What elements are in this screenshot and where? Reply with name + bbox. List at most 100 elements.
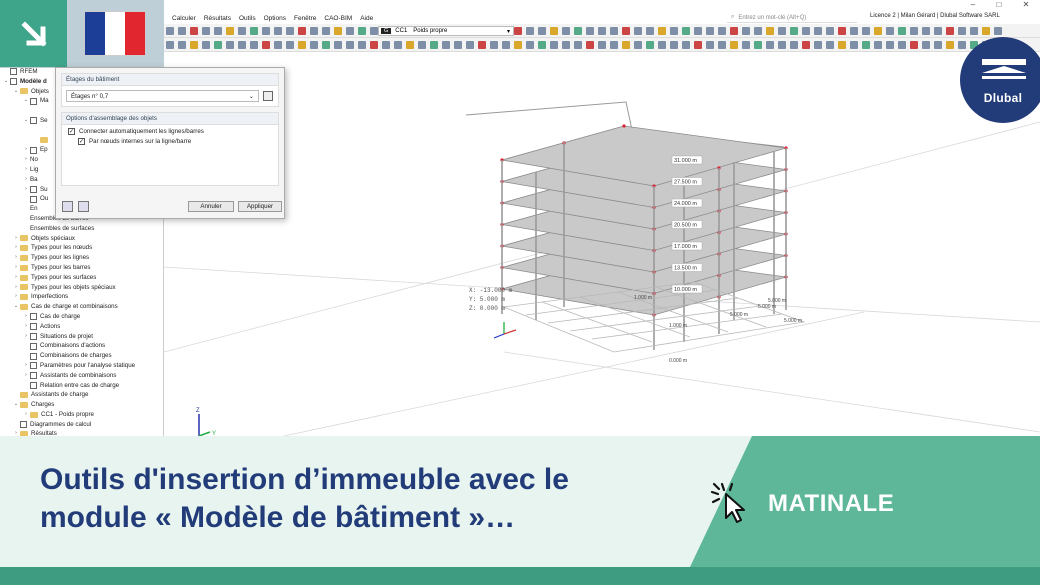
toolbar-tool-icon[interactable] — [514, 27, 522, 35]
toolbar-tool-icon[interactable] — [598, 41, 606, 49]
tree-item[interactable]: › Types pour les lignes — [0, 253, 163, 263]
toolbar-tool-icon[interactable] — [778, 27, 786, 35]
search-field[interactable]: ⌕ Entrez un mot-clé (Alt+Q) — [727, 13, 857, 23]
tree-item[interactable]: › Types pour les objets spéciaux — [0, 283, 163, 293]
toolbar-tool-icon[interactable] — [946, 27, 954, 35]
chevron-right-icon[interactable]: › — [12, 253, 20, 263]
tree-item[interactable]: › Cas de charge — [0, 312, 163, 322]
toolbar-tool-icon[interactable] — [670, 41, 678, 49]
toolbar-tool-icon[interactable] — [634, 41, 642, 49]
toolbar-tool-icon[interactable] — [694, 27, 702, 35]
toolbar-tool-icon[interactable] — [718, 27, 726, 35]
toolbar-tool-icon[interactable] — [886, 27, 894, 35]
toolbar-tool-icon[interactable] — [346, 27, 354, 35]
chevron-right-icon[interactable]: › — [22, 371, 30, 381]
toolbar-tool-icon[interactable] — [766, 41, 774, 49]
toolbar-tool-icon[interactable] — [418, 41, 426, 49]
toolbar-tool-icon[interactable] — [370, 27, 378, 35]
toolbar-tool-icon[interactable] — [334, 27, 342, 35]
toolbar-tool-icon[interactable] — [202, 41, 210, 49]
floor-slabs[interactable] — [500, 124, 788, 317]
chevron-right-icon[interactable]: › — [12, 263, 20, 273]
auto-connect-option[interactable]: ✓ Connecter automatiquement les lignes/b… — [62, 125, 278, 138]
chevron-right-icon[interactable]: › — [12, 273, 20, 283]
chevron-right-icon[interactable]: › — [22, 165, 30, 175]
toolbar-tool-icon[interactable] — [706, 27, 714, 35]
toolbar-tool-icon[interactable] — [334, 41, 342, 49]
toolbar-tool-icon[interactable] — [886, 41, 894, 49]
tree-item[interactable]: Assistants de charge — [0, 390, 163, 400]
toolbar-tool-icon[interactable] — [874, 41, 882, 49]
toolbar-tool-icon[interactable] — [742, 41, 750, 49]
tree-item[interactable]: Combinaisons d'actions — [0, 341, 163, 351]
toolbar-tool-icon[interactable] — [874, 27, 882, 35]
toolbar-tool-icon[interactable] — [322, 27, 330, 35]
toolbar-tool-icon[interactable] — [238, 41, 246, 49]
toolbar-tool-icon[interactable] — [826, 27, 834, 35]
menu-item[interactable]: CAO-BIM — [324, 15, 352, 22]
toolbar-tool-icon[interactable] — [946, 41, 954, 49]
toolbar-tool-icon[interactable] — [910, 27, 918, 35]
toolbar-tool-icon[interactable] — [850, 27, 858, 35]
internal-nodes-checkbox[interactable]: ✓ — [78, 138, 85, 145]
toolbar-tool-icon[interactable] — [730, 41, 738, 49]
toolbar-tool-icon[interactable] — [274, 27, 282, 35]
toolbar-tool-icon[interactable] — [550, 27, 558, 35]
toolbar-tool-icon[interactable] — [586, 41, 594, 49]
toolbar-tool-icon[interactable] — [838, 41, 846, 49]
toolbar-tool-icon[interactable] — [934, 27, 942, 35]
chevron-right-icon[interactable]: › — [22, 332, 30, 342]
tree-item[interactable]: › CC1 - Poids propre — [0, 410, 163, 420]
toolbar-tool-icon[interactable] — [526, 41, 534, 49]
toolbar-tool-icon[interactable] — [658, 27, 666, 35]
toolbar-tool-icon[interactable] — [814, 41, 822, 49]
tree-item[interactable]: Diagrammes de calcul — [0, 420, 163, 430]
toolbar-tool-icon[interactable] — [382, 41, 390, 49]
chevron-down-icon[interactable]: ⌄ — [22, 96, 30, 106]
toolbar-tool-icon[interactable] — [538, 27, 546, 35]
toolbar-tool-icon[interactable] — [730, 27, 738, 35]
toolbar-tool-icon[interactable] — [298, 41, 306, 49]
toolbar-tool-icon[interactable] — [814, 27, 822, 35]
tree-item[interactable]: › Types pour les nœuds — [0, 243, 163, 253]
toolbar-tool-icon[interactable] — [202, 27, 210, 35]
toolbar-tool-icon[interactable] — [346, 41, 354, 49]
toolbar-tool-icon[interactable] — [250, 27, 258, 35]
toolbar-tool-icon[interactable] — [286, 41, 294, 49]
toolbar-tool-icon[interactable] — [586, 27, 594, 35]
tree-item[interactable]: Combinaisons de charges — [0, 351, 163, 361]
toolbar-tool-icon[interactable] — [682, 27, 690, 35]
toolbar-tool-icon[interactable] — [214, 27, 222, 35]
toolbar-tool-icon[interactable] — [490, 41, 498, 49]
chevron-down-icon[interactable]: ⌄ — [22, 116, 30, 126]
toolbar-tool-icon[interactable] — [574, 41, 582, 49]
tree-item[interactable]: ⌄ Charges — [0, 400, 163, 410]
chevron-down-icon[interactable]: ⌄ — [12, 87, 20, 97]
tree-item[interactable]: › Assistants de combinaisons — [0, 371, 163, 381]
chevron-right-icon[interactable]: › — [12, 234, 20, 244]
toolbar-tool-icon[interactable] — [190, 41, 198, 49]
tree-item[interactable]: › Paramètres pour l'analyse statique — [0, 361, 163, 371]
toolbar-tool-icon[interactable] — [634, 27, 642, 35]
toolbar-tool-icon[interactable] — [514, 41, 522, 49]
toolbar-tool-icon[interactable] — [610, 41, 618, 49]
toolbar-tool-icon[interactable] — [322, 41, 330, 49]
toolbar-tool-icon[interactable] — [838, 27, 846, 35]
toolbar-tool-icon[interactable] — [778, 41, 786, 49]
toolbar-tool-icon[interactable] — [250, 41, 258, 49]
toolbar-tool-icon[interactable] — [754, 27, 762, 35]
model-viewport[interactable]: 31.000 m 27.500 m 24.000 m 20.500 m 17.000 m… — [164, 52, 1040, 436]
chevron-right-icon[interactable]: › — [22, 185, 30, 195]
menu-item[interactable]: Résultats — [204, 15, 231, 22]
toolbar-tool-icon[interactable] — [934, 41, 942, 49]
toolbar-tool-icon[interactable] — [442, 41, 450, 49]
toolbar-tool-icon[interactable] — [298, 27, 306, 35]
toolbar-tool-icon[interactable] — [754, 41, 762, 49]
chevron-right-icon[interactable]: › — [22, 312, 30, 322]
toolbar-tool-icon[interactable] — [958, 27, 966, 35]
tree-item[interactable]: › Types pour les surfaces — [0, 273, 163, 283]
chevron-right-icon[interactable]: › — [22, 175, 30, 185]
toolbar-tool-icon[interactable] — [226, 27, 234, 35]
toolbar-tool-icon[interactable] — [574, 27, 582, 35]
chevron-right-icon[interactable]: › — [22, 322, 30, 332]
